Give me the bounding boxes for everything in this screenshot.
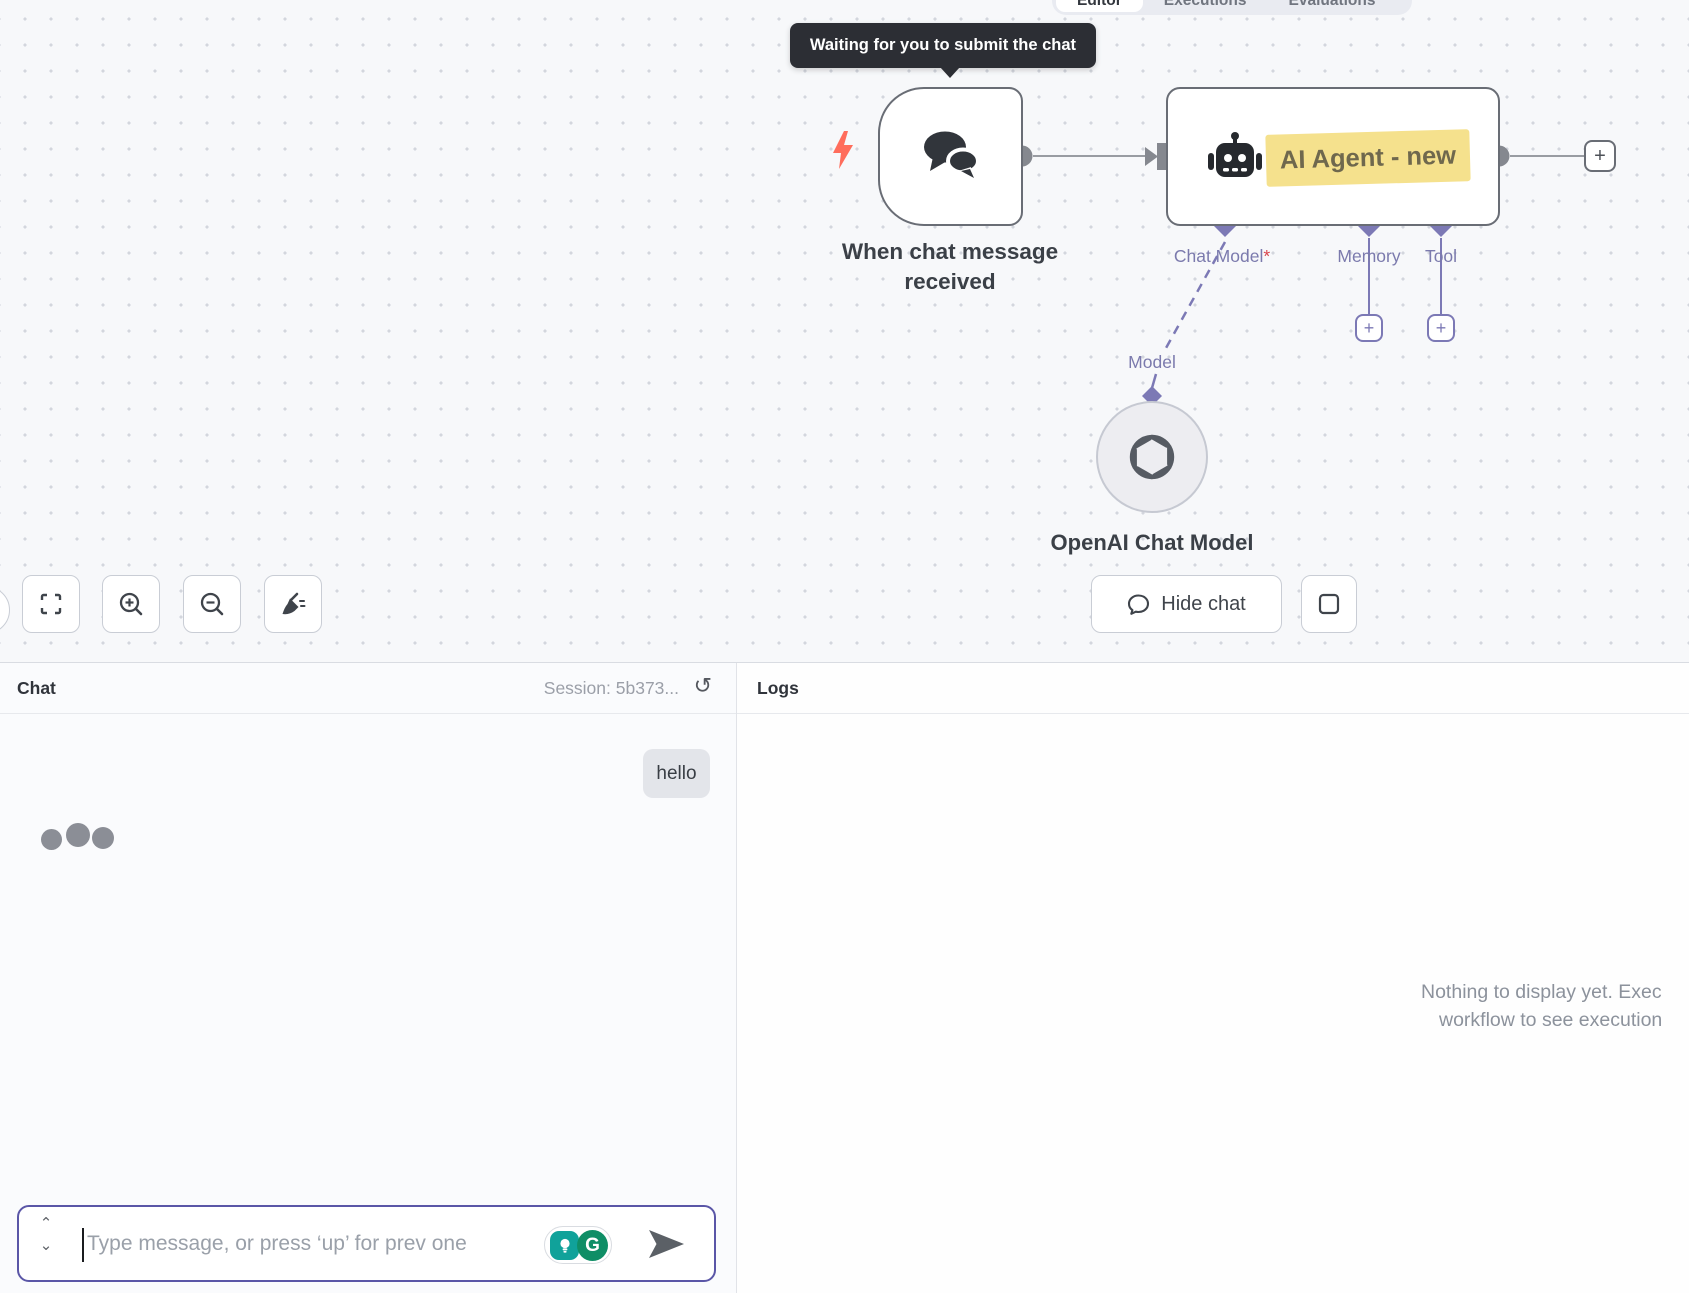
send-button[interactable] — [647, 1229, 687, 1259]
tidy-up-icon — [282, 592, 306, 615]
logs-panel-title: Logs — [757, 677, 799, 698]
zoom-in-icon — [119, 592, 143, 616]
agent-name-highlight[interactable]: AI Agent - new — [1265, 129, 1471, 187]
wire-model-stub — [1150, 373, 1158, 389]
add-memory-button[interactable]: + — [1355, 314, 1383, 342]
typing-dot — [41, 829, 62, 850]
text-cursor — [82, 1228, 84, 1262]
history-chevrons: ⌃ ⌄ — [35, 1216, 57, 1253]
trigger-bolt-icon — [833, 131, 853, 169]
tab-executions[interactable]: Executions — [1143, 0, 1268, 12]
hide-chat-label: Hide chat — [1161, 592, 1246, 615]
session-id: Session: 5b373... — [543, 677, 679, 698]
tidy-up-button[interactable] — [264, 575, 322, 633]
refresh-session-icon[interactable]: ↺ — [694, 675, 712, 697]
zoom-out-icon — [200, 592, 224, 616]
model-port-label: Model — [1128, 352, 1176, 372]
logs-empty-message-line1: Nothing to display yet. Exec — [1421, 981, 1662, 1003]
grammarly-icon[interactable]: G — [577, 1230, 608, 1261]
add-tool-button[interactable]: + — [1427, 314, 1455, 342]
fit-view-button[interactable] — [22, 575, 80, 633]
tab-editor[interactable]: Editor — [1056, 0, 1143, 12]
waiting-tooltip-text: Waiting for you to submit the chat — [809, 36, 1077, 54]
add-next-node-button[interactable]: + — [1584, 140, 1616, 172]
openai-node-label: OpenAI Chat Model — [1050, 530, 1254, 555]
workflow-canvas[interactable]: Editor Executions Evaluations Waiting fo… — [0, 0, 1689, 662]
tab-evaluations[interactable]: Evaluations — [1267, 0, 1396, 12]
chat-bubble-icon — [1128, 593, 1150, 615]
chat-model-port-label: Chat Model* — [1173, 246, 1271, 266]
node-ai-agent[interactable]: AI Agent - new — [1166, 87, 1500, 226]
lightbulb-badge-icon[interactable] — [550, 1231, 579, 1260]
fit-view-icon — [40, 593, 62, 615]
robot-icon — [1208, 132, 1262, 177]
editor-tabbar: Editor Executions Evaluations — [1052, 0, 1412, 15]
chat-panel-title: Chat — [17, 677, 56, 698]
chat-trigger-icon — [923, 131, 980, 183]
zoom-in-button[interactable] — [102, 575, 160, 633]
bottom-panels: Chat Session: 5b373... ↺ hello ⌃ ⌄ Type … — [0, 662, 1689, 1293]
tool-port-label: Tool — [1424, 246, 1458, 266]
typing-dot — [92, 827, 114, 849]
logs-panel-header: Logs — [737, 663, 1689, 714]
chevron-down-icon[interactable]: ⌄ — [40, 1238, 53, 1253]
edge-partial-button[interactable] — [0, 586, 10, 634]
logs-panel: Logs Nothing to display yet. Exec workfl… — [737, 663, 1689, 1293]
zoom-out-button[interactable] — [183, 575, 241, 633]
agent-input-arrow — [1145, 147, 1158, 166]
required-asterisk: * — [1263, 246, 1271, 266]
node-when-chat-message-received[interactable] — [878, 87, 1023, 226]
logs-empty-message-line2: workflow to see execution — [1439, 1009, 1663, 1031]
chat-input-container: ⌃ ⌄ G — [17, 1205, 716, 1282]
chat-panel-header: Chat Session: 5b373... ↺ — [0, 663, 736, 714]
tooltip-caret — [940, 67, 960, 78]
hide-chat-button[interactable]: Hide chat — [1091, 575, 1282, 633]
chat-message-user: hello — [643, 749, 710, 798]
chevron-up-icon[interactable]: ⌃ — [40, 1216, 53, 1231]
trigger-node-label: When chat message received — [841, 239, 1059, 294]
chat-panel: Chat Session: 5b373... ↺ hello ⌃ ⌄ Type … — [0, 663, 737, 1293]
openai-logo-icon — [1129, 434, 1175, 480]
node-openai-chat-model[interactable] — [1096, 401, 1208, 513]
memory-port-label: Memory — [1337, 246, 1401, 266]
chat-message-input[interactable] — [87, 1207, 527, 1280]
typing-dot — [66, 823, 90, 847]
waiting-tooltip: Waiting for you to submit the chat — [790, 23, 1096, 78]
writing-assistant-widget[interactable]: G — [544, 1226, 612, 1264]
toggle-logs-panel-button[interactable] — [1301, 575, 1357, 633]
square-icon — [1318, 593, 1340, 615]
n8n-workflow-editor: Editor Executions Evaluations Waiting fo… — [0, 0, 1689, 1293]
